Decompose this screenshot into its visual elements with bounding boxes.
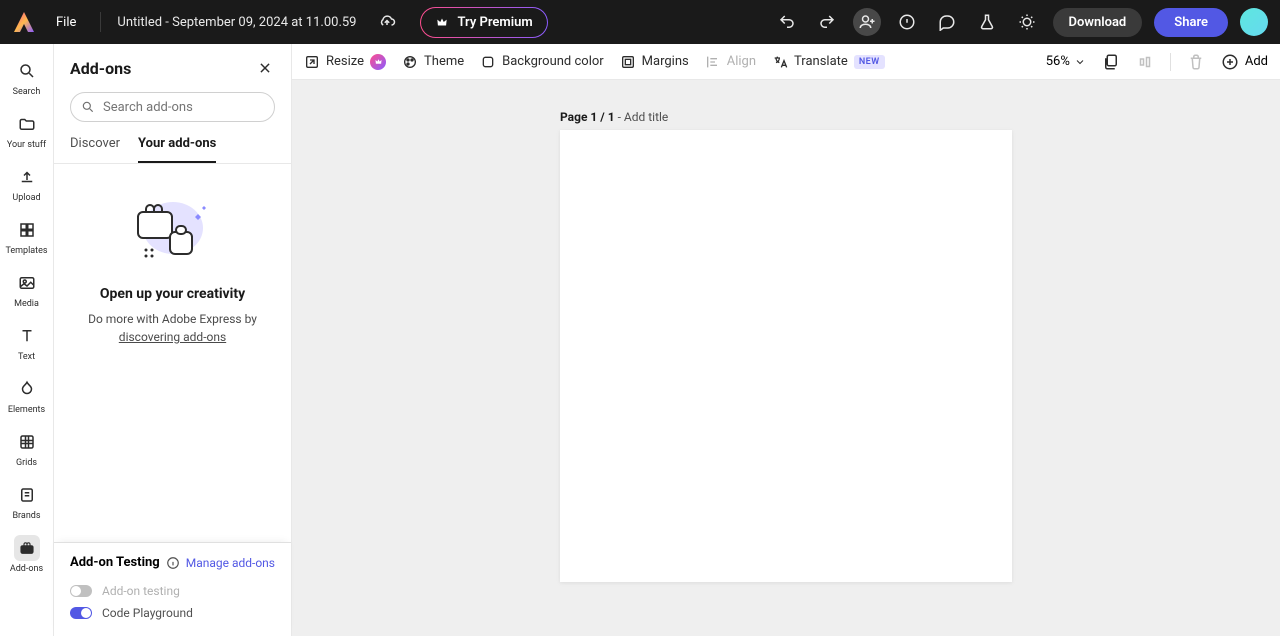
- rail-elements[interactable]: Elements: [0, 370, 53, 423]
- search-addons[interactable]: [70, 92, 275, 122]
- new-badge: NEW: [854, 55, 885, 69]
- tool-bgcolor[interactable]: Background color: [480, 54, 604, 70]
- page-label[interactable]: Page 1 / 1 - Add title: [560, 110, 1012, 124]
- empty-title: Open up your creativity: [100, 286, 245, 302]
- tool-align: Align: [705, 54, 756, 70]
- toggle-code-playground[interactable]: [70, 607, 92, 619]
- canvas-viewport[interactable]: Page 1 / 1 - Add title: [292, 80, 1280, 636]
- rail-label: Upload: [12, 193, 40, 203]
- help-button[interactable]: [893, 8, 921, 36]
- beaker-button[interactable]: [973, 8, 1001, 36]
- empty-illustration-icon: [108, 192, 238, 268]
- rail-addons[interactable]: Add-ons: [0, 529, 53, 582]
- testing-title: Add-on Testing: [70, 555, 180, 570]
- app-logo-icon[interactable]: [12, 10, 36, 34]
- addon-testing-section: Add-on Testing Manage add-ons Add-on tes…: [54, 542, 291, 636]
- download-button[interactable]: Download: [1053, 8, 1143, 37]
- empty-state: Open up your creativity Do more with Ado…: [54, 164, 291, 542]
- rail-label: Media: [14, 299, 39, 309]
- rail-label: Text: [18, 352, 35, 362]
- zoom-control[interactable]: 56%: [1046, 54, 1086, 69]
- rail-label: Elements: [8, 405, 45, 415]
- tool-resize[interactable]: Resize: [304, 54, 386, 70]
- rail-text[interactable]: Text: [0, 317, 53, 370]
- rail-search[interactable]: Search: [0, 52, 53, 105]
- discover-addons-link[interactable]: discovering add-ons: [119, 330, 226, 344]
- rail-templates[interactable]: Templates: [0, 211, 53, 264]
- tab-discover[interactable]: Discover: [70, 136, 120, 163]
- rail-your-stuff[interactable]: Your stuff: [0, 105, 53, 158]
- redo-button[interactable]: [813, 8, 841, 36]
- tab-your-addons[interactable]: Your add-ons: [138, 136, 216, 163]
- share-button[interactable]: Share: [1154, 8, 1228, 37]
- tool-margins[interactable]: Margins: [620, 54, 689, 70]
- left-rail: Search Your stuff Upload Templates Media…: [0, 44, 54, 636]
- tool-delete: [1187, 53, 1205, 71]
- rail-label: Add-ons: [10, 564, 43, 574]
- undo-button[interactable]: [773, 8, 801, 36]
- present-button[interactable]: [1013, 8, 1041, 36]
- canvas-toolbar: Resize Theme Background color Margins Al…: [292, 44, 1280, 80]
- rail-label: Grids: [16, 458, 37, 468]
- panel-title: Add-ons: [70, 59, 131, 78]
- tool-theme[interactable]: Theme: [402, 54, 464, 70]
- try-premium-button[interactable]: Try Premium: [420, 7, 547, 38]
- search-input[interactable]: [103, 100, 269, 115]
- premium-badge-icon: [370, 54, 386, 70]
- document-title[interactable]: Untitled - September 09, 2024 at 11.00.5…: [117, 15, 356, 30]
- canvas-page[interactable]: [560, 130, 1012, 582]
- tool-translate[interactable]: Translate NEW: [772, 54, 885, 70]
- rail-grids[interactable]: Grids: [0, 423, 53, 476]
- search-icon: [81, 100, 95, 114]
- chevron-down-icon: [1074, 56, 1086, 68]
- rail-label: Your stuff: [7, 140, 46, 150]
- cloud-sync-icon[interactable]: [378, 13, 396, 31]
- app-header: File Untitled - September 09, 2024 at 11…: [0, 0, 1280, 44]
- rail-upload[interactable]: Upload: [0, 158, 53, 211]
- addons-panel: Add-ons Discover Your add-ons: [54, 44, 292, 636]
- tool-pages[interactable]: [1102, 53, 1120, 71]
- tool-layers: [1136, 53, 1154, 71]
- divider: [100, 12, 101, 32]
- rail-label: Templates: [5, 246, 47, 256]
- rail-label: Brands: [12, 511, 40, 521]
- close-panel-button[interactable]: [255, 58, 275, 78]
- toggle-label: Code Playground: [102, 606, 193, 620]
- toggle-label: Add-on testing: [102, 584, 180, 598]
- empty-description: Do more with Adobe Express by discoverin…: [74, 310, 271, 346]
- rail-brands[interactable]: Brands: [0, 476, 53, 529]
- comment-button[interactable]: [933, 8, 961, 36]
- add-page-button[interactable]: Add: [1221, 53, 1268, 71]
- file-menu[interactable]: File: [48, 9, 84, 36]
- crown-icon: [435, 15, 449, 29]
- manage-addons-link[interactable]: Manage add-ons: [186, 556, 275, 570]
- try-premium-label: Try Premium: [457, 15, 532, 30]
- canvas-area: Resize Theme Background color Margins Al…: [292, 44, 1280, 636]
- rail-media[interactable]: Media: [0, 264, 53, 317]
- toggle-addon-testing[interactable]: [70, 585, 92, 597]
- user-avatar[interactable]: [1240, 8, 1268, 36]
- info-icon[interactable]: [166, 556, 180, 570]
- invite-button[interactable]: [853, 8, 881, 36]
- rail-label: Search: [13, 87, 41, 97]
